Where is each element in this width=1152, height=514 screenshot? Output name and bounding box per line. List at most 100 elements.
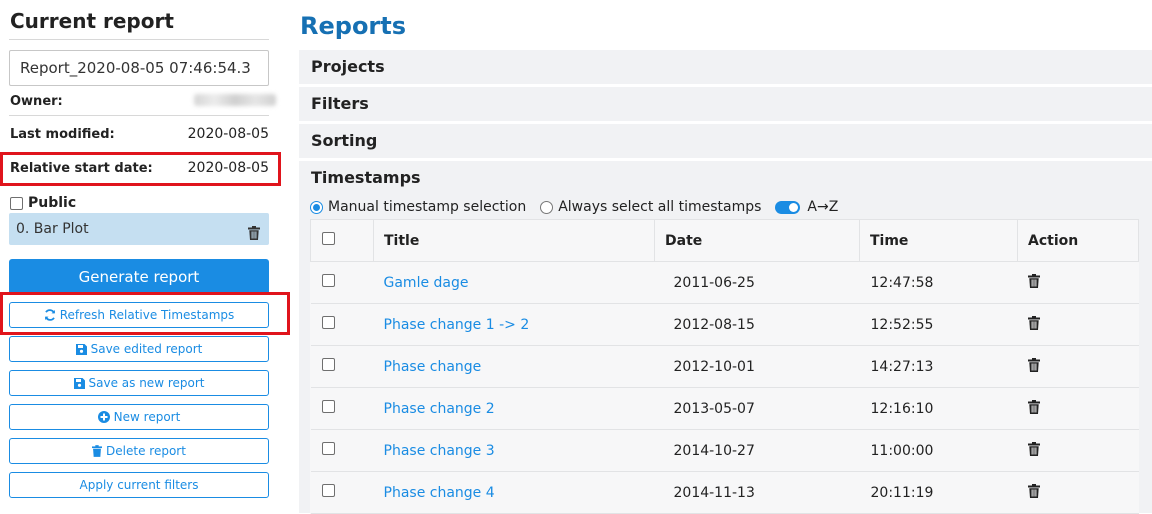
timestamp-title-link[interactable]: Phase change 3 [373,429,655,472]
table-row: Gamle dage 2011-06-25 12:47:58 [310,261,1139,304]
delete-timestamp-cell [1017,261,1139,304]
relative-start-label: Relative start date: [10,161,153,176]
timestamp-title-link[interactable]: Phase change 4 [373,471,655,514]
radio-manual-selection[interactable] [310,200,323,214]
select-all-checkbox[interactable] [322,232,335,245]
new-report-button[interactable]: New report [9,404,269,430]
timestamps-section: Timestamps Manual timestamp selection Al… [299,161,1152,514]
section-projects[interactable]: Projects [299,50,1152,84]
row-checkbox[interactable] [321,358,335,371]
radio-always-select-all[interactable] [540,200,554,214]
table-row: Phase change 3 2014-10-27 11:00:00 [310,429,1139,472]
trash-icon[interactable] [1027,315,1040,334]
save-new-label: Save as new report [88,376,205,390]
divider [9,115,269,116]
row-select-cell [310,345,374,388]
row-select-cell [310,261,374,304]
public-label: Public [28,195,77,211]
row-select-cell [310,471,374,514]
row-checkbox[interactable] [321,316,335,329]
plus-circle-icon [97,411,110,423]
timestamp-time: 20:11:19 [859,471,1018,514]
row-checkbox[interactable] [321,274,335,287]
row-checkbox[interactable] [321,442,335,455]
table-header-row: Title Date Time Action [310,219,1139,262]
timestamp-title-link[interactable]: Phase change 2 [373,387,655,430]
owner-value-redacted [194,94,276,106]
radio-always-label: Always select all timestamps [558,199,762,215]
timestamps-title[interactable]: Timestamps [311,168,421,187]
timestamps-table-body: Gamle dage 2011-06-25 12:47:58 Phase change… [310,261,1139,514]
report-name-input[interactable]: Report_2020-08-05 07:46:54.3 [9,50,269,86]
column-time[interactable]: Time [859,219,1018,262]
table-row: Phase change 1 -> 2 2012-08-15 12:52:55 [310,303,1139,346]
timestamp-title-link[interactable]: Phase change 1 -> 2 [373,303,655,346]
timestamp-time: 12:47:58 [859,261,1018,304]
delete-timestamp-cell [1017,303,1139,346]
last-modified-value: 2020-08-05 [187,126,269,142]
timestamp-time: 12:16:10 [859,387,1018,430]
trash-icon[interactable] [1027,399,1040,418]
public-toggle[interactable]: Public [10,195,76,211]
delete-timestamp-cell [1017,471,1139,514]
refresh-icon [44,309,56,321]
divider [9,39,269,40]
section-sorting[interactable]: Sorting [299,124,1152,158]
refresh-relative-timestamps-button[interactable]: Refresh Relative Timestamps [9,302,269,328]
radio-manual-label: Manual timestamp selection [328,199,527,215]
save-as-new-report-button[interactable]: Save as new report [9,370,269,396]
row-checkbox[interactable] [321,484,335,497]
save-edited-label: Save edited report [90,342,203,356]
header-select-all [310,219,374,262]
table-row: Phase change 4 2014-11-13 20:11:19 [310,471,1139,514]
floppy-icon [75,343,87,355]
generate-report-button[interactable]: Generate report [9,259,269,295]
owner-label: Owner: [10,94,63,109]
relative-start-value: 2020-08-05 [187,160,269,176]
reports-title: Reports [300,12,407,40]
save-edited-report-button[interactable]: Save edited report [9,336,269,362]
timestamp-title-link[interactable]: Gamle dage [373,261,655,304]
timestamp-title-link[interactable]: Phase change [373,345,655,388]
trash-icon[interactable] [1027,357,1040,376]
delete-timestamp-cell [1017,345,1139,388]
apply-filters-label: Apply current filters [79,478,199,492]
delete-timestamp-cell [1017,429,1139,472]
plot-item-label: 0. Bar Plot [16,221,89,237]
timestamp-time: 14:27:13 [859,345,1018,388]
timestamp-date: 2014-11-13 [654,471,860,514]
table-row: Phase change 2 2013-05-07 12:16:10 [310,387,1139,430]
timestamp-time: 11:00:00 [859,429,1018,472]
timestamp-date: 2012-08-15 [654,303,860,346]
column-date[interactable]: Date [654,219,860,262]
table-row: Phase change 2012-10-01 14:27:13 [310,345,1139,388]
trash-icon[interactable] [248,220,260,252]
timestamp-mode-options: Manual timestamp selection Always select… [310,199,838,215]
timestamps-table: Title Date Time Action Gamle dage 2011-06… [310,219,1139,514]
plot-item[interactable]: 0. Bar Plot [9,213,269,245]
apply-current-filters-button[interactable]: Apply current filters [9,472,269,498]
row-checkbox[interactable] [321,400,335,413]
sort-toggle[interactable] [775,200,801,214]
delete-timestamp-cell [1017,387,1139,430]
timestamp-date: 2013-05-07 [654,387,860,430]
timestamp-date: 2014-10-27 [654,429,860,472]
delete-report-button[interactable]: Delete report [9,438,269,464]
trash-icon[interactable] [1027,273,1040,292]
trash-icon [92,445,103,457]
column-title[interactable]: Title [373,219,655,262]
row-select-cell [310,429,374,472]
column-action: Action [1017,219,1139,262]
row-select-cell [310,303,374,346]
floppy-icon [73,377,85,389]
timestamp-date: 2012-10-01 [654,345,860,388]
public-checkbox[interactable] [10,196,23,210]
current-report-panel: Current report Report_2020-08-05 07:46:5… [0,0,290,513]
trash-icon[interactable] [1027,441,1040,460]
section-filters[interactable]: Filters [299,87,1152,121]
new-report-label: New report [113,410,181,424]
timestamp-time: 12:52:55 [859,303,1018,346]
last-modified-label: Last modified: [10,127,115,142]
delete-report-label: Delete report [106,444,186,458]
trash-icon[interactable] [1027,483,1040,502]
